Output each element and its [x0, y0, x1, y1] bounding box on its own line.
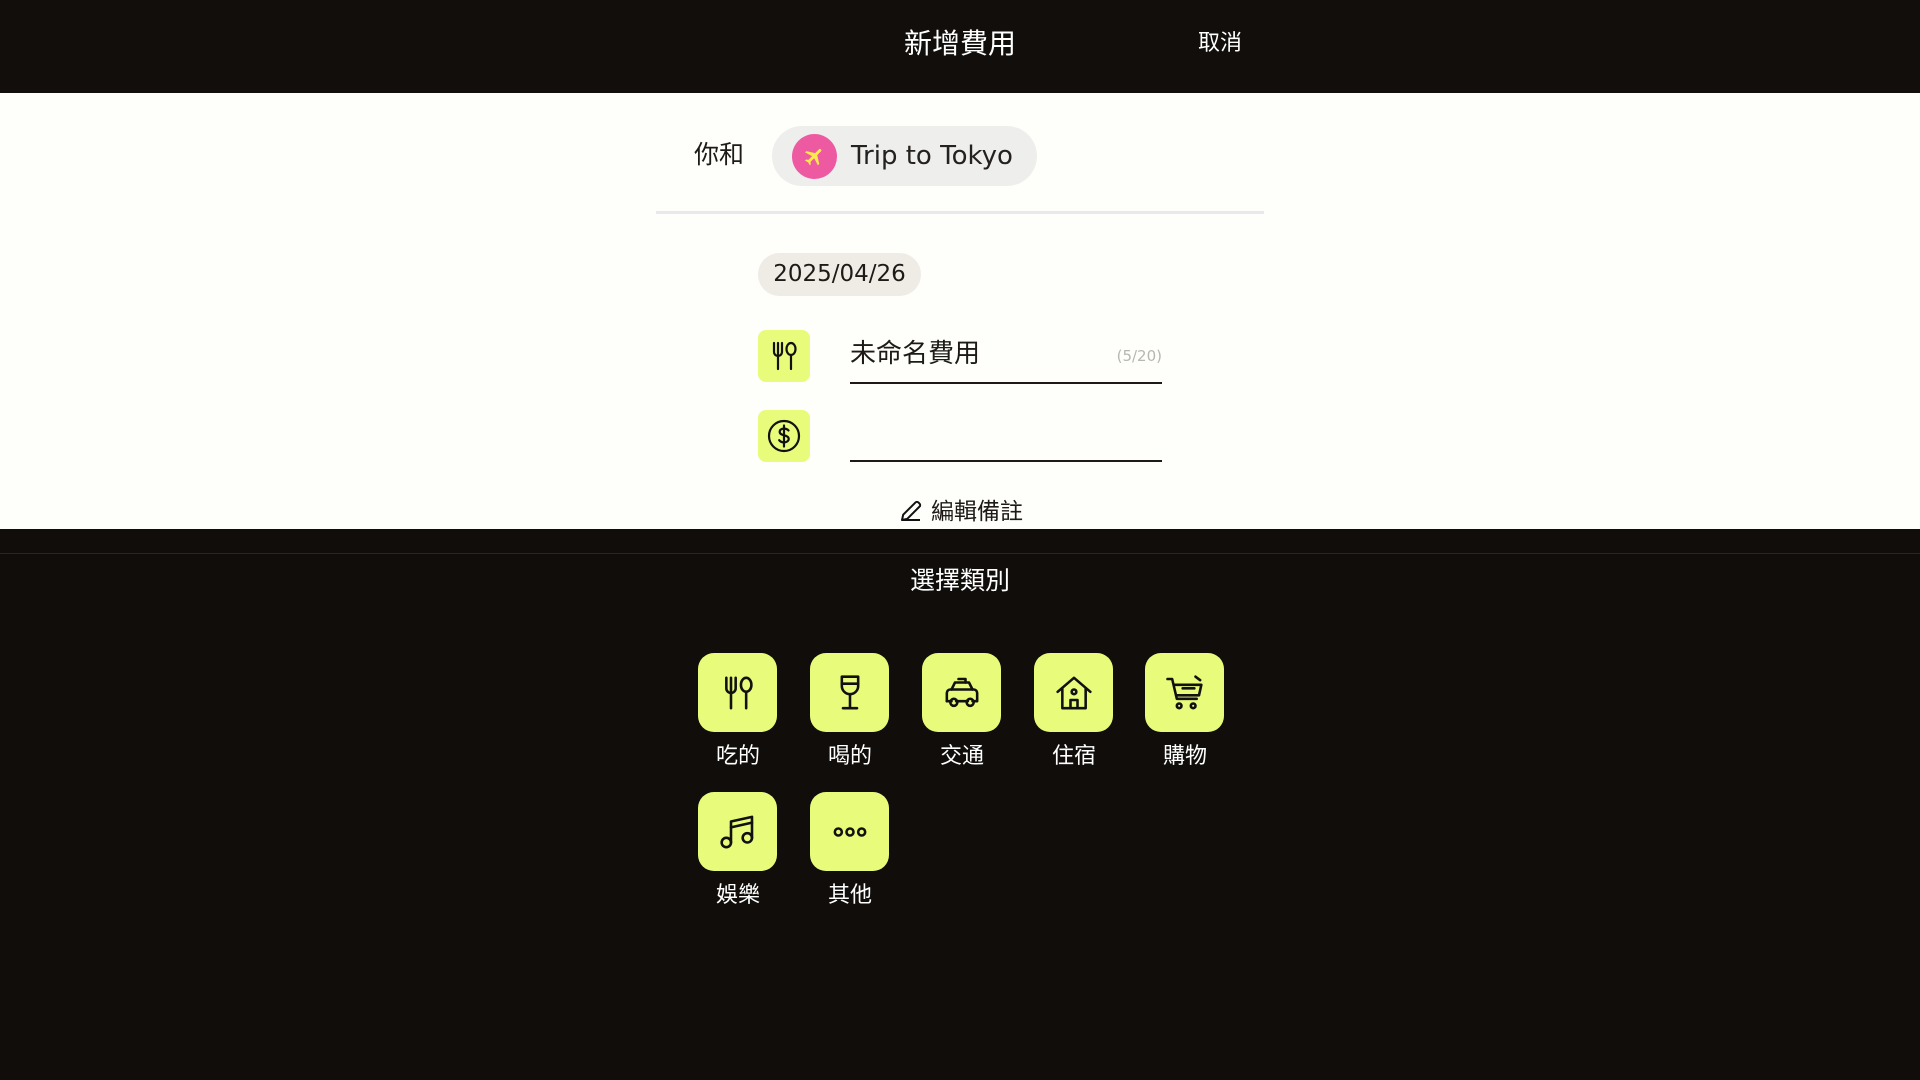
category-label: 吃的 [715, 744, 760, 769]
category-tile [698, 653, 777, 732]
expense-name-value: 未命名費用 [850, 339, 981, 369]
date-selector[interactable]: 2025/04/26 [758, 253, 921, 296]
amount-input[interactable] [850, 412, 1162, 462]
category-label: 其他 [827, 883, 872, 908]
category-tile [810, 792, 889, 871]
category-label: 購物 [1162, 744, 1207, 769]
category-sheet-title: 選擇類別 [909, 566, 1010, 595]
category-tile [1145, 653, 1224, 732]
sheet-divider [0, 553, 1920, 554]
category-label: 住宿 [1051, 744, 1096, 769]
currency-button[interactable] [758, 410, 810, 462]
house-icon [1056, 676, 1092, 710]
group-name: Trip to Tokyo [851, 141, 1013, 171]
fork-spoon-icon [725, 676, 753, 710]
shopping-cart-icon [1166, 675, 1203, 710]
top-bar: 新增費用 取消 [0, 0, 1920, 93]
expense-category-button[interactable] [758, 330, 810, 382]
category-label: 娛樂 [715, 883, 760, 908]
group-avatar [792, 134, 837, 179]
category-tile [810, 653, 889, 732]
with-label: 你和 [694, 140, 745, 169]
fork-spoon-icon [772, 341, 797, 371]
pencil-icon [901, 500, 922, 521]
taxi-icon [945, 677, 979, 708]
more-dots-icon [833, 827, 867, 837]
divider [656, 211, 1264, 214]
airplane-icon [805, 148, 822, 166]
wine-glass-icon [840, 675, 860, 710]
page-title: 新增費用 [903, 27, 1016, 60]
category-label: 喝的 [827, 744, 872, 769]
music-note-icon [720, 815, 754, 849]
cancel-button[interactable]: 取消 [1180, 28, 1260, 60]
category-tile [1034, 653, 1113, 732]
category-tile [698, 792, 777, 871]
category-tile [922, 653, 1001, 732]
dollar-circle-icon [767, 419, 801, 453]
edit-note-label: 編輯備註 [931, 499, 1023, 525]
expense-name-input[interactable]: 未命名費用 (5/20) [850, 332, 1162, 384]
character-counter: (5/20) [1116, 347, 1162, 365]
group-selector[interactable]: Trip to Tokyo [772, 126, 1037, 186]
category-label: 交通 [939, 744, 984, 769]
